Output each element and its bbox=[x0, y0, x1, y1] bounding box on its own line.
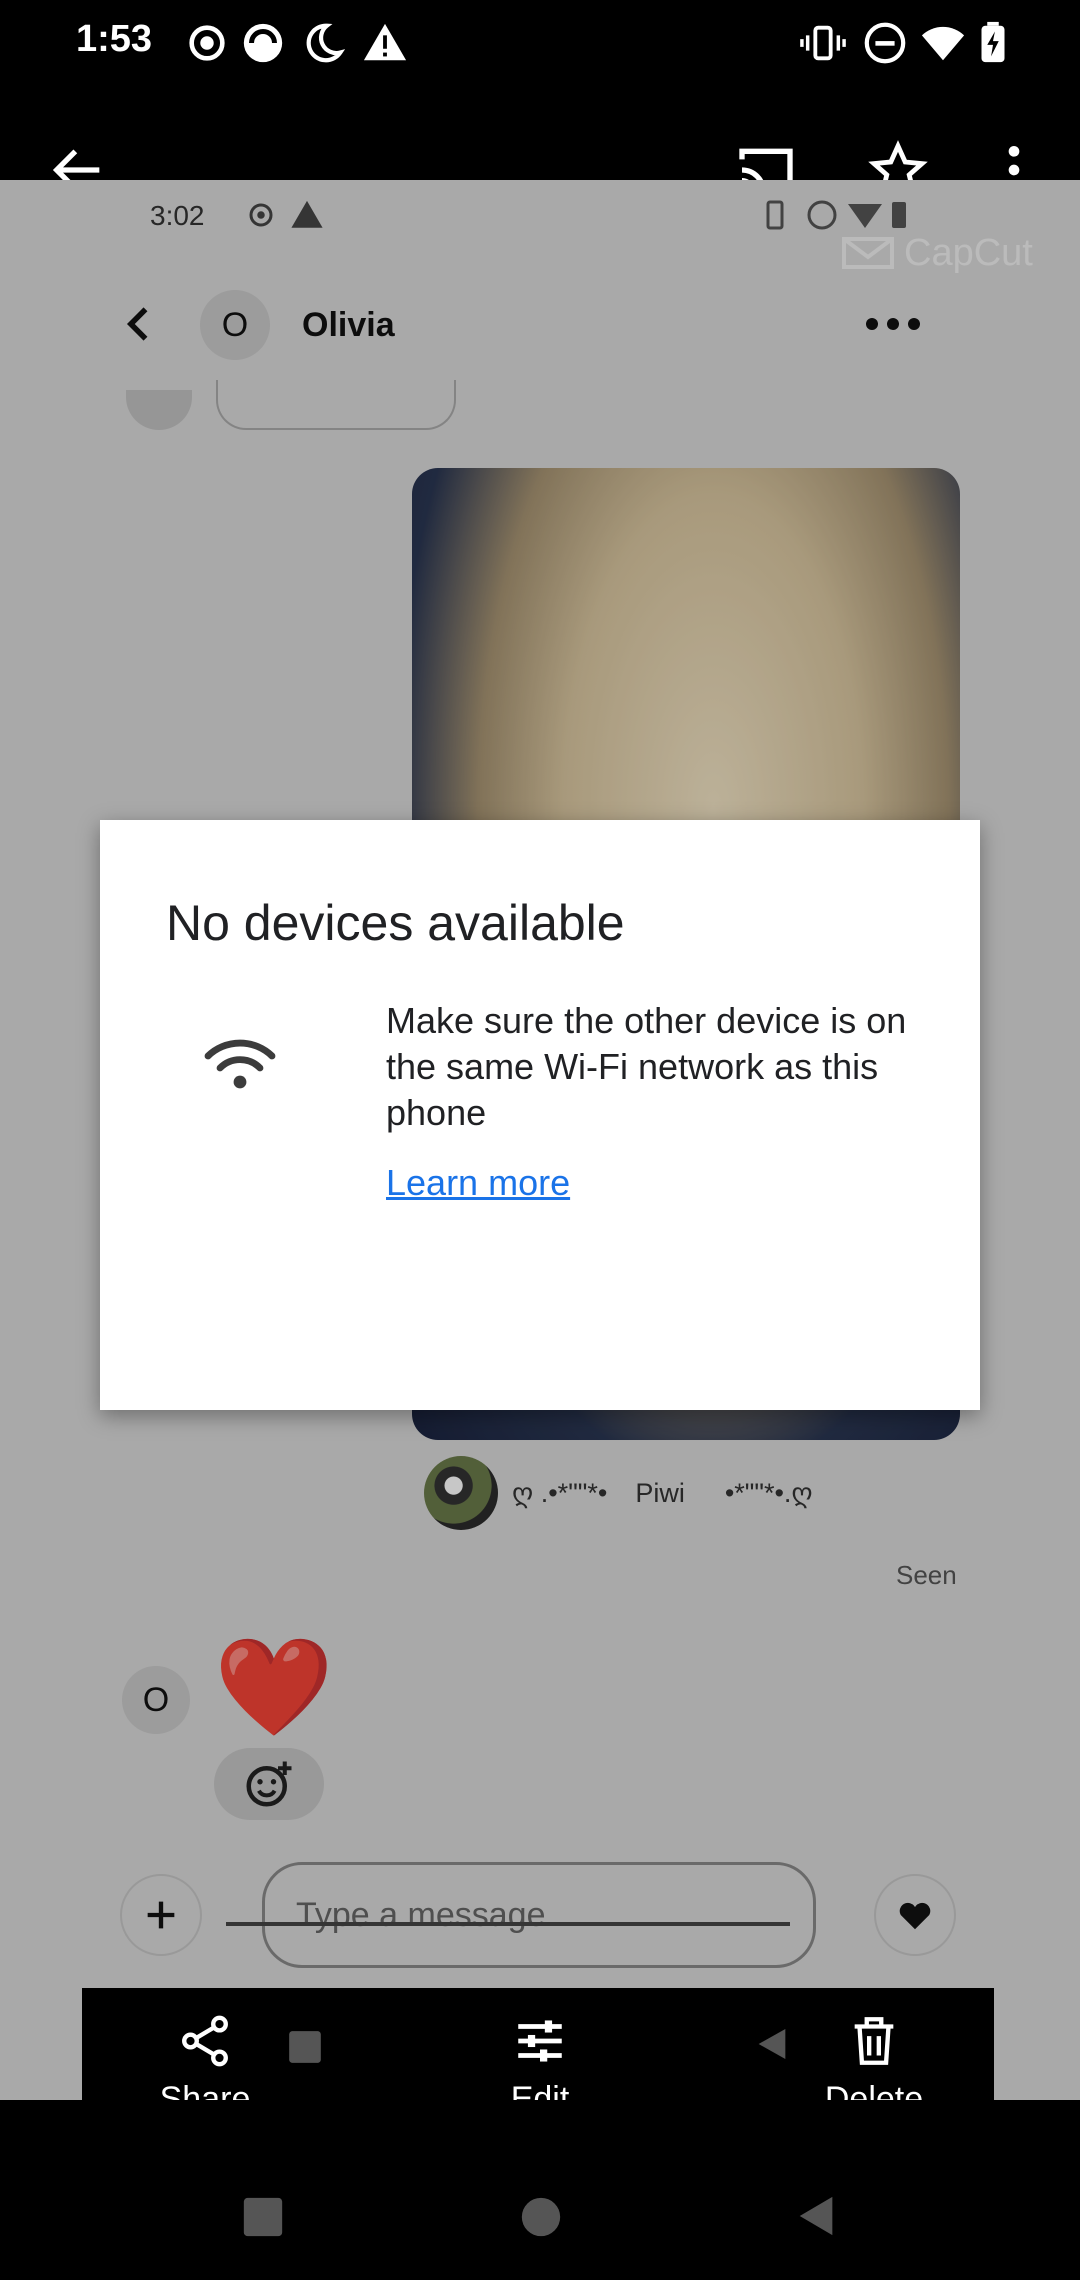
navigation-bar bbox=[0, 2100, 1080, 2280]
dnd-icon bbox=[864, 22, 906, 64]
status-time: 1:53 bbox=[76, 18, 153, 60]
data-saver-icon bbox=[243, 23, 283, 63]
record-icon bbox=[189, 25, 225, 61]
dialog-title: No devices available bbox=[166, 895, 625, 951]
dialog-body-text: Make sure the other device is on the sam… bbox=[386, 1000, 907, 1133]
ghost-back-icon bbox=[758, 2029, 786, 2059]
no-devices-dialog: No devices available Make sure the other… bbox=[100, 820, 980, 1410]
learn-more-link[interactable]: Learn more bbox=[386, 1162, 570, 1204]
home-circle-icon[interactable] bbox=[518, 2194, 564, 2240]
vibrate-icon bbox=[800, 25, 846, 61]
warning-icon bbox=[363, 23, 407, 61]
back-triangle-icon[interactable] bbox=[794, 2190, 840, 2242]
recents-square-icon[interactable] bbox=[240, 2194, 286, 2240]
wifi-icon bbox=[204, 1039, 276, 1089]
wifi-icon bbox=[921, 26, 965, 61]
status-bar: 1:53 bbox=[0, 0, 1080, 90]
do-not-disturb-moon-icon bbox=[306, 23, 346, 63]
trash-icon bbox=[854, 2017, 894, 2065]
edit-sliders-icon bbox=[518, 2020, 562, 2062]
share-icon bbox=[182, 2015, 228, 2067]
battery-charging-icon bbox=[981, 21, 1005, 63]
ghost-square-icon bbox=[289, 2031, 321, 2063]
